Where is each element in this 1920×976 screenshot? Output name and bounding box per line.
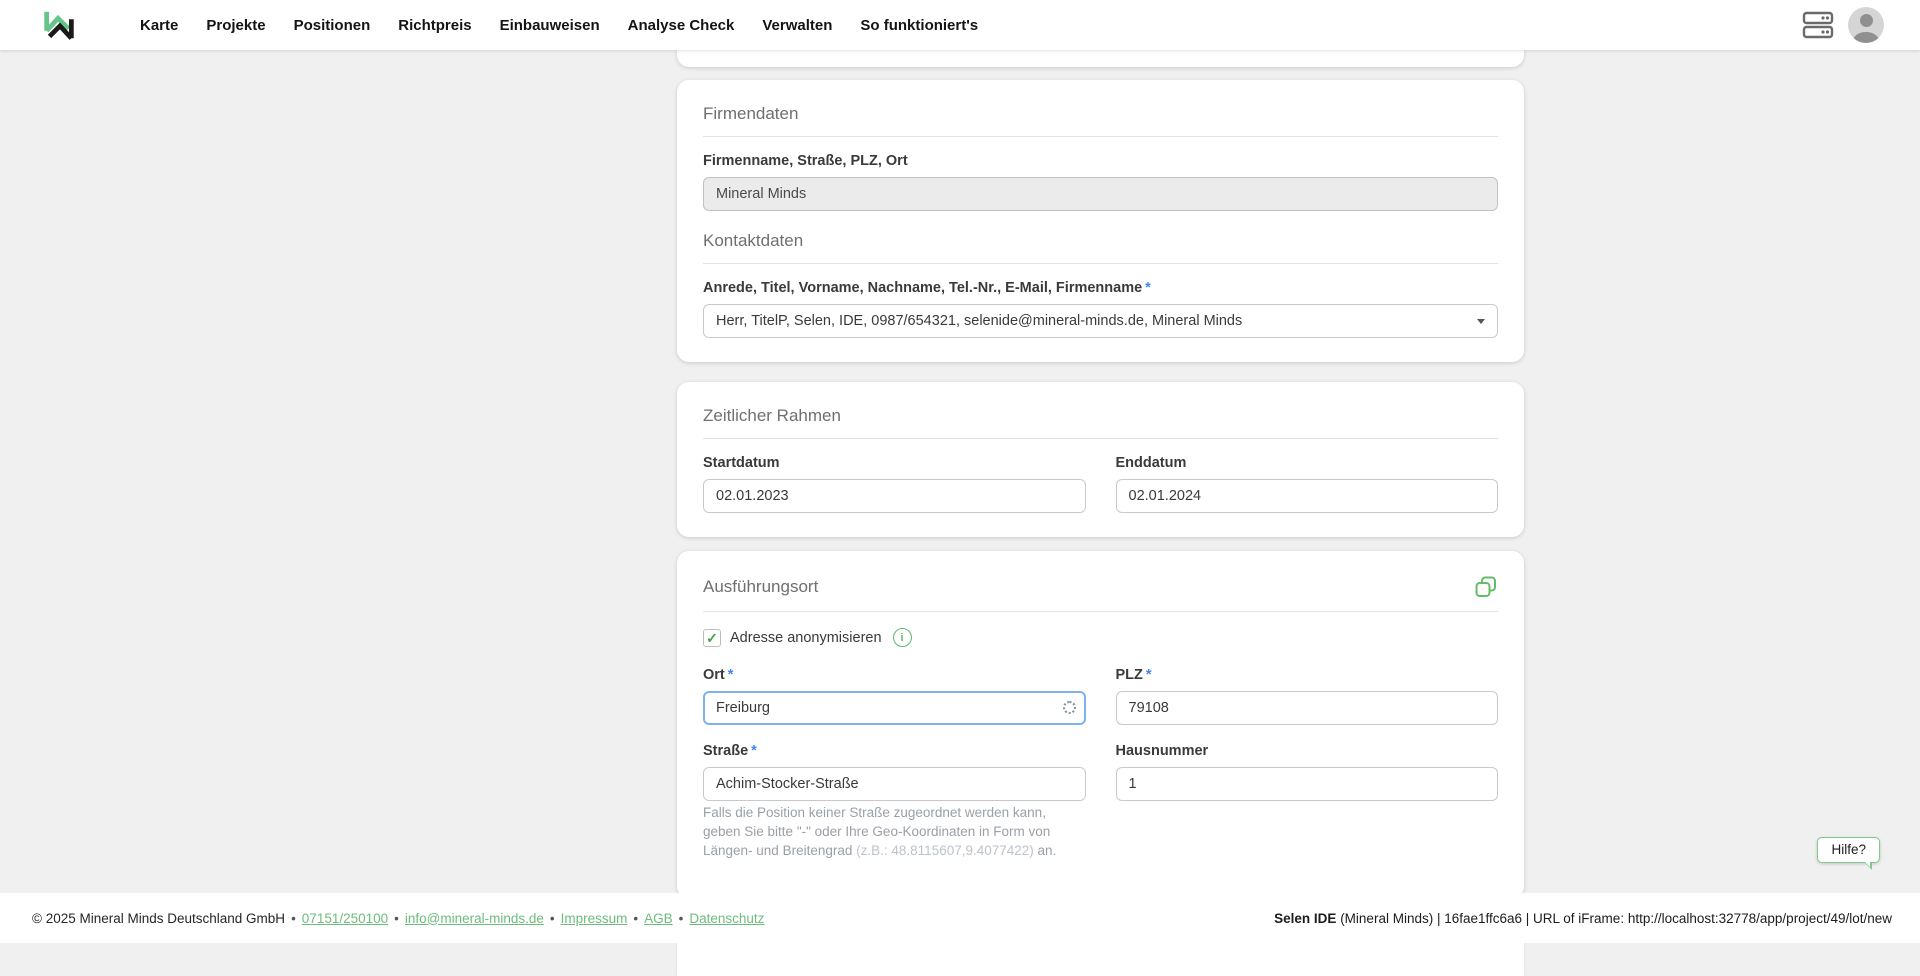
help-button[interactable]: Hilfe? (1817, 837, 1880, 863)
nav-item-analyse-check[interactable]: Analyse Check (628, 17, 735, 34)
footer-separator: • (394, 911, 399, 926)
required-marker: * (728, 667, 734, 683)
required-marker: * (1146, 667, 1152, 683)
strasse-label: Straße* (703, 743, 1086, 759)
section-divider (703, 438, 1498, 439)
plz-input[interactable] (1116, 691, 1499, 725)
required-marker: * (1145, 280, 1151, 296)
anonymize-label: Adresse anonymisieren (730, 630, 882, 646)
nav-item-karte[interactable]: Karte (140, 17, 178, 34)
plz-label: PLZ* (1116, 667, 1499, 683)
loading-spinner-icon (1063, 701, 1076, 714)
ort-label-text: Ort (703, 667, 725, 683)
kontakt-label-text: Anrede, Titel, Vorname, Nachname, Tel.-N… (703, 280, 1142, 296)
ort-plz-row: Ort* PLZ* Straße* Hausnumme (703, 667, 1498, 801)
hausnummer-field-group: Hausnummer (1116, 743, 1499, 801)
footer-right: Selen IDE (Mineral Minds) | 16fae1ffc6a6… (1274, 911, 1892, 926)
strasse-field-group: Straße* (703, 743, 1086, 801)
zeitlicher-rahmen-title: Zeitlicher Rahmen (703, 406, 1498, 426)
hint-example-text: (z.B.: 48.8115607,9.4077422) (856, 843, 1034, 858)
zeitlicher-rahmen-card: Zeitlicher Rahmen Startdatum Enddatum (677, 382, 1524, 537)
email-link[interactable]: info@mineral-minds.de (405, 911, 544, 926)
required-marker: * (751, 743, 757, 759)
nav-item-einbauweisen[interactable]: Einbauweisen (500, 17, 600, 34)
impressum-link[interactable]: Impressum (561, 911, 628, 926)
section-divider (703, 611, 1498, 612)
plz-label-text: PLZ (1116, 667, 1143, 683)
main-navigation: Karte Projekte Positionen Richtpreis Ein… (140, 17, 978, 34)
ort-input[interactable] (703, 691, 1086, 725)
avatar-head-shape (1860, 14, 1873, 27)
agb-link[interactable]: AGB (644, 911, 673, 926)
hausnummer-input[interactable] (1116, 767, 1499, 801)
ausfuehrungsort-header: Ausführungsort (703, 575, 1498, 599)
kontakt-select[interactable]: Herr, TitelP, Selen, IDE, 0987/654321, s… (703, 304, 1498, 338)
section-divider (703, 263, 1498, 264)
copyright-text: © 2025 Mineral Minds Deutschland GmbH (32, 911, 285, 926)
footer-separator: • (679, 911, 684, 926)
nav-item-projekte[interactable]: Projekte (206, 17, 265, 34)
kontakt-select-value: Herr, TitelP, Selen, IDE, 0987/654321, s… (716, 313, 1242, 329)
kontakt-label: Anrede, Titel, Vorname, Nachname, Tel.-N… (703, 280, 1498, 296)
strasse-label-text: Straße (703, 743, 748, 759)
info-icon[interactable]: i (893, 628, 912, 647)
section-divider (703, 136, 1498, 137)
hint-suffix-text: an. (1038, 843, 1057, 858)
plz-field-group: PLZ* (1116, 667, 1499, 725)
startdatum-label: Startdatum (703, 455, 1086, 471)
ort-label: Ort* (703, 667, 1086, 683)
app-info-text: (Mineral Minds) | 16fae1ffc6a6 | URL of … (1340, 911, 1892, 926)
nav-item-verwalten[interactable]: Verwalten (762, 17, 832, 34)
kontakt-field-group: Anrede, Titel, Vorname, Nachname, Tel.-N… (703, 280, 1498, 338)
previous-section-card-partial (677, 50, 1524, 67)
strasse-hint-text: Falls die Position keiner Straße zugeord… (703, 803, 1085, 860)
firmenname-input (703, 177, 1498, 211)
datenschutz-link[interactable]: Datenschutz (689, 911, 764, 926)
ort-field-group: Ort* (703, 667, 1086, 725)
footer-separator: • (291, 911, 296, 926)
date-fields-row: Startdatum Enddatum (703, 455, 1498, 513)
footer-separator: • (633, 911, 638, 926)
top-navbar: Karte Projekte Positionen Richtpreis Ein… (0, 0, 1920, 50)
startdatum-input[interactable] (703, 479, 1086, 513)
avatar-body-shape (1853, 32, 1879, 43)
firmenname-field-group: Firmenname, Straße, PLZ, Ort (703, 153, 1498, 211)
firmendaten-title: Firmendaten (703, 104, 1498, 124)
app-name-text: Selen IDE (1274, 911, 1336, 926)
nav-item-richtpreis[interactable]: Richtpreis (398, 17, 471, 34)
firmenname-label: Firmenname, Straße, PLZ, Ort (703, 153, 1498, 169)
page-footer: © 2025 Mineral Minds Deutschland GmbH • … (0, 893, 1920, 943)
mineral-minds-logo-icon[interactable] (40, 6, 78, 44)
ausfuehrungsort-title: Ausführungsort (703, 577, 818, 597)
strasse-input[interactable] (703, 767, 1086, 801)
kontaktdaten-title: Kontaktdaten (703, 231, 1498, 251)
enddatum-label: Enddatum (1116, 455, 1499, 471)
chevron-down-icon (1477, 319, 1485, 324)
form-content: Firmendaten Firmenname, Straße, PLZ, Ort… (677, 50, 1524, 976)
hausnummer-label: Hausnummer (1116, 743, 1499, 759)
phone-link[interactable]: 07151/250100 (302, 911, 388, 926)
footer-separator: • (550, 911, 555, 926)
enddatum-field-group: Enddatum (1116, 455, 1499, 513)
startdatum-field-group: Startdatum (703, 455, 1086, 513)
firmendaten-card: Firmendaten Firmenname, Straße, PLZ, Ort… (677, 80, 1524, 362)
anonymize-row: Adresse anonymisieren i (703, 628, 1498, 647)
user-avatar-icon[interactable] (1848, 7, 1884, 43)
copy-icon[interactable] (1474, 575, 1498, 599)
enddatum-input[interactable] (1116, 479, 1499, 513)
nav-item-so-funktionierts[interactable]: So funktioniert's (860, 17, 978, 34)
ort-input-wrap (703, 691, 1086, 725)
navbar-right-controls (1802, 7, 1884, 43)
server-icon[interactable] (1802, 11, 1834, 39)
footer-left: © 2025 Mineral Minds Deutschland GmbH • … (32, 911, 764, 926)
nav-item-positionen[interactable]: Positionen (294, 17, 371, 34)
ausfuehrungsort-card: Ausführungsort Adresse anonymisieren i O… (677, 551, 1524, 898)
anonymize-checkbox[interactable] (703, 629, 721, 647)
